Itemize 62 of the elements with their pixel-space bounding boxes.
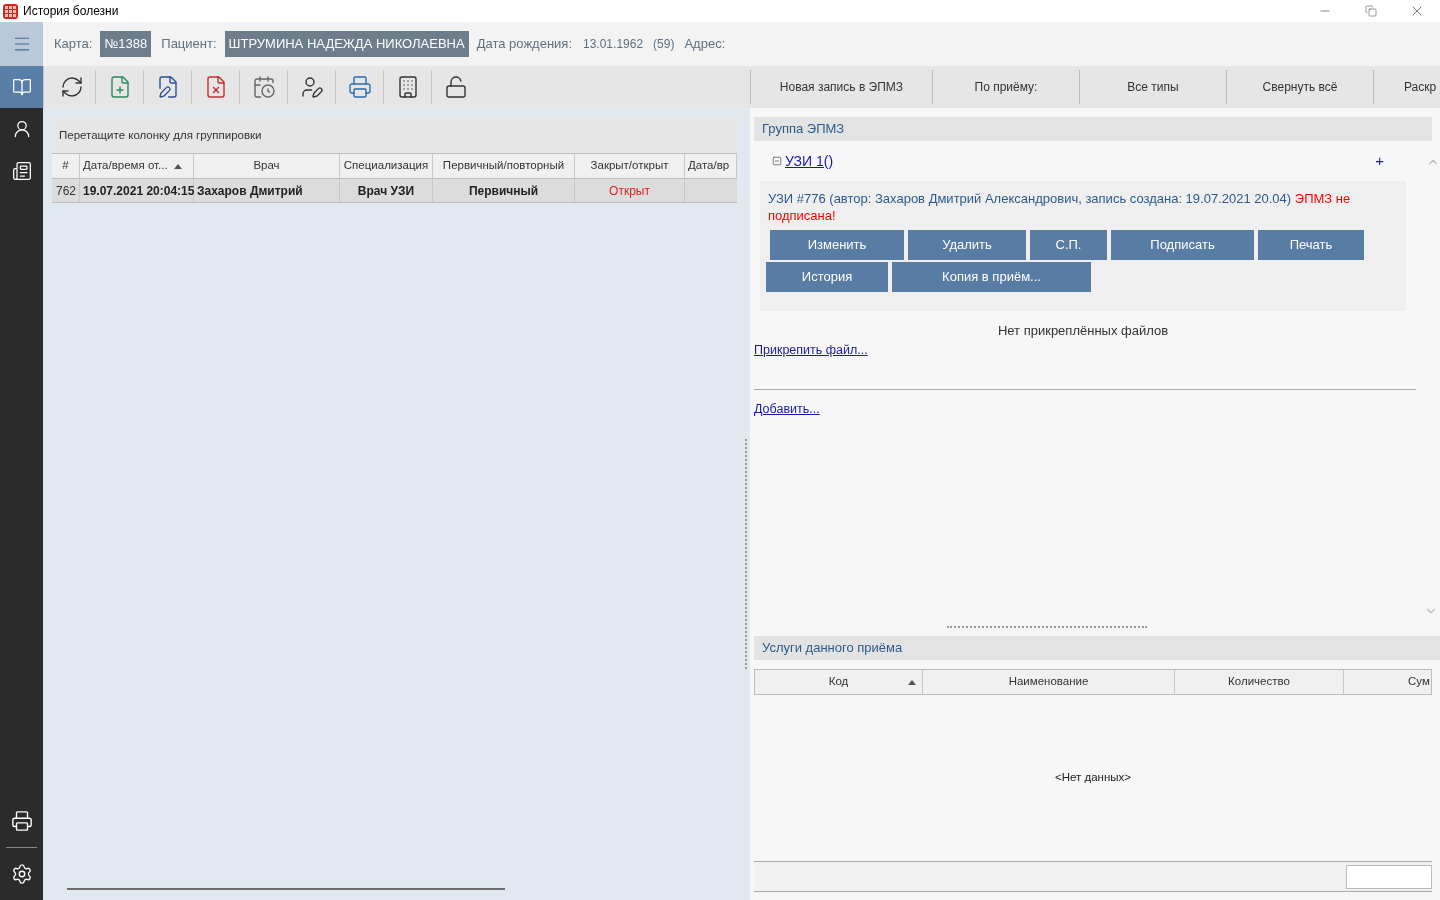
action-button[interactable]: Копия в приём... xyxy=(892,262,1091,292)
table-cell: Захаров Дмитрий xyxy=(194,179,340,202)
attach-file-link[interactable]: Прикрепить файл... xyxy=(754,340,868,360)
table-cell: Первичный xyxy=(433,179,575,202)
toolbar-button[interactable]: Свернуть всё xyxy=(1226,70,1373,104)
toolbar-button[interactable]: Все типы xyxy=(1079,70,1226,104)
table-cell: 762 xyxy=(52,179,80,202)
action-button[interactable]: С.П. xyxy=(1030,230,1107,260)
printer-icon xyxy=(10,810,33,832)
services-title: Услуги данного приёма xyxy=(762,639,903,658)
group-hint: Перетащите колонку для группировки xyxy=(59,127,262,143)
window-title: История болезни xyxy=(23,3,119,20)
printer-icon xyxy=(347,75,372,99)
column-header[interactable]: Закрыт/открыт xyxy=(575,154,685,178)
column-header[interactable]: Врач xyxy=(194,154,340,178)
restore-icon xyxy=(1365,5,1377,17)
action-button[interactable]: Изменить xyxy=(770,230,904,260)
column-header[interactable]: Наименование xyxy=(923,670,1175,694)
empty-table-text: <Нет данных> xyxy=(1054,770,1131,786)
table-cell: 19.07.2021 20:04:15 xyxy=(80,179,194,202)
entry-description: УЗИ #776 (автор: Захаров Дмитрий Александрович, запись создана: 19.07.2021 20.04) ЭПМЗ не подписана! xyxy=(767,190,1352,224)
column-header[interactable]: Сум xyxy=(1344,670,1431,694)
status-cell: Открыт xyxy=(575,179,685,202)
column-header[interactable]: Специализация xyxy=(340,154,433,178)
entry-title-link[interactable]: УЗИ 1() xyxy=(785,150,834,172)
action-button[interactable]: Подписать xyxy=(1111,230,1254,260)
unlock-icon xyxy=(444,75,468,99)
no-files-text: Нет прикреплённых файлов xyxy=(996,322,1170,340)
action-button[interactable]: Удалить xyxy=(908,230,1026,260)
refresh-icon xyxy=(59,75,84,99)
app-logo-icon xyxy=(3,3,18,19)
patient-name: ШТРУМИНА НАДЕЖДА НИКОЛАЕВНА xyxy=(224,31,469,57)
toolbar-button[interactable]: Новая запись в ЭПМЗ xyxy=(750,70,932,104)
column-header[interactable]: Код xyxy=(755,670,923,694)
table-cell: Врач УЗИ xyxy=(340,179,433,202)
book-icon xyxy=(11,77,32,97)
column-header[interactable]: Количество xyxy=(1175,670,1344,694)
calendar-clock-icon xyxy=(251,75,276,99)
address-label: Адрес: xyxy=(684,35,726,54)
add-link[interactable]: Добавить... xyxy=(754,400,820,419)
add-entry-button[interactable]: + xyxy=(1375,149,1384,173)
user-edit-icon xyxy=(299,75,324,99)
column-header[interactable]: Дата/время от... xyxy=(80,154,194,178)
column-header[interactable]: # xyxy=(52,154,80,178)
settings-icon xyxy=(10,863,33,885)
newspaper-icon xyxy=(11,161,32,181)
toolbar-button[interactable]: Раскр xyxy=(1373,70,1440,104)
patient-label: Пациент: xyxy=(161,35,217,54)
horizontal-scrollbar[interactable] xyxy=(67,888,505,890)
column-header[interactable]: Дата/вр xyxy=(685,154,737,178)
action-button[interactable]: Печать xyxy=(1258,230,1364,260)
action-button[interactable]: История xyxy=(766,262,888,292)
group-title: Группа ЭПМЗ xyxy=(762,120,845,139)
card-label: Карта: xyxy=(54,35,93,54)
birth-date: 13.01.1962 xyxy=(583,36,644,53)
toolbar-button[interactable]: По приёму: xyxy=(932,70,1079,104)
collapse-toggle[interactable] xyxy=(772,156,782,166)
card-number: №1388 xyxy=(100,31,152,57)
column-header[interactable]: Первичный/повторный xyxy=(433,154,575,178)
footer-input-field[interactable] xyxy=(1346,864,1432,889)
birth-date-label: Дата рождения: xyxy=(476,35,572,54)
age: (59) xyxy=(653,36,675,53)
